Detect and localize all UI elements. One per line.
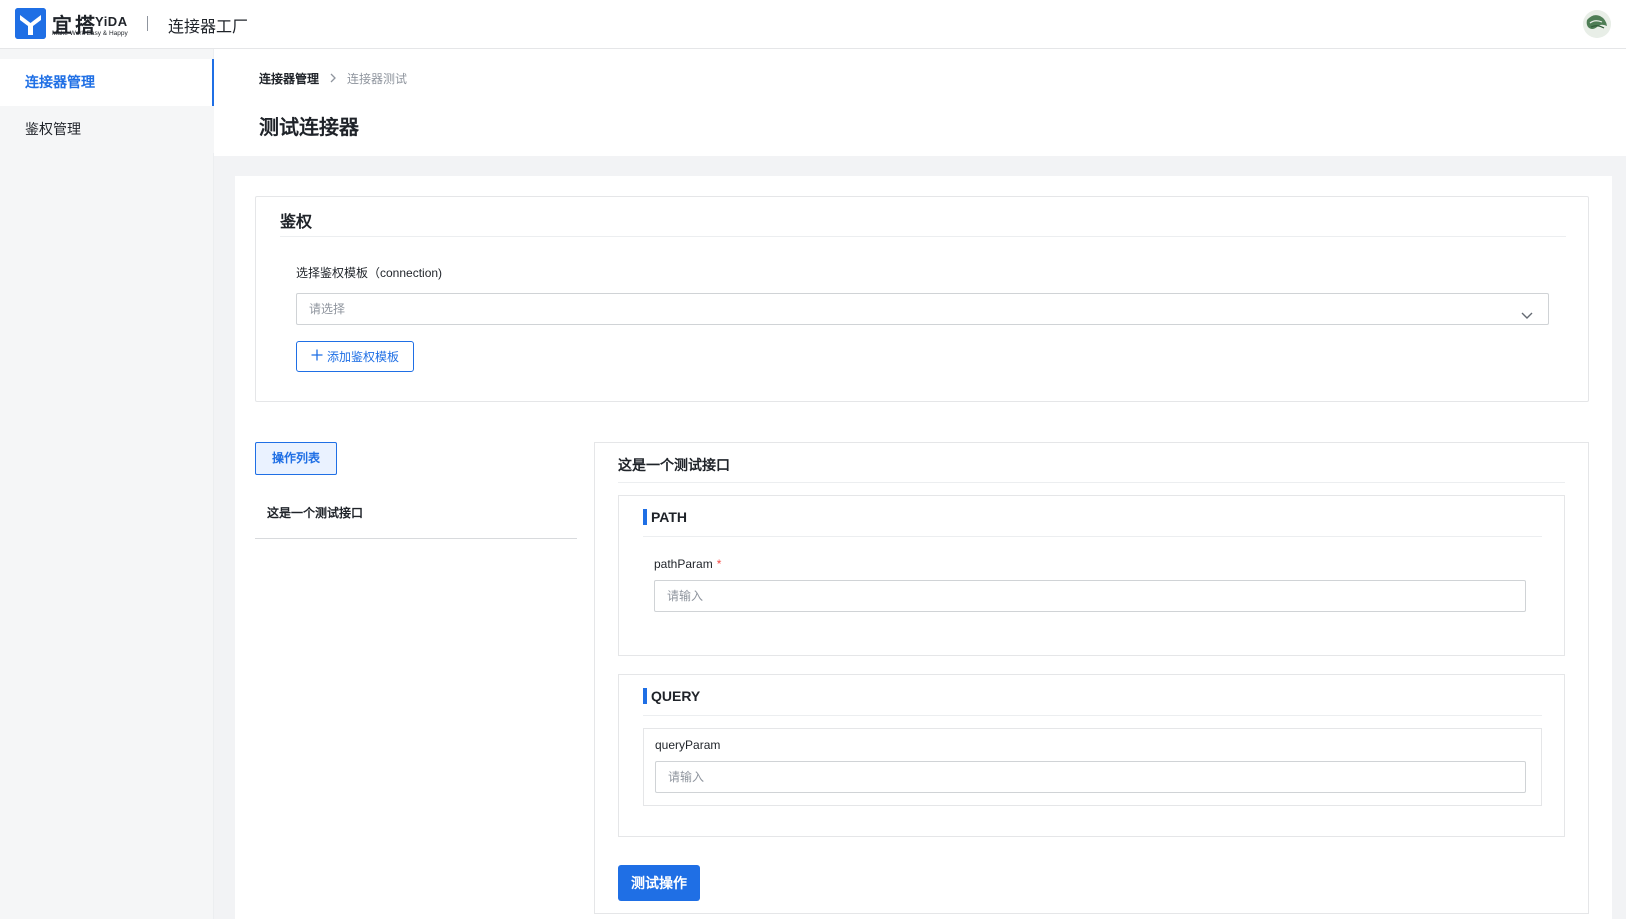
sidebar: 连接器管理 鉴权管理	[0, 49, 214, 919]
section-title-path: PATH	[651, 509, 688, 525]
breadcrumb-current: 连接器测试	[347, 72, 408, 86]
section-header: PATH	[643, 509, 687, 525]
query-params-section: QUERY queryParam	[618, 674, 1565, 837]
sidebar-item-label: 鉴权管理	[25, 121, 81, 137]
plus-icon	[311, 349, 323, 365]
header-divider	[147, 16, 148, 31]
auth-section: 鉴权 选择鉴权模板（connection) 请选择 添加鉴权模板	[255, 196, 1589, 402]
page-header: 连接器管理 连接器测试 测试连接器	[214, 49, 1626, 156]
sidebar-item-label: 连接器管理	[25, 74, 95, 90]
query-param-label: queryParam	[655, 738, 721, 752]
add-auth-template-button[interactable]: 添加鉴权模板	[296, 341, 414, 372]
section-header: QUERY	[643, 688, 700, 704]
logo-slogan: Make Work Easy & Happy	[52, 30, 128, 37]
divider	[643, 715, 1542, 716]
yida-logo-icon[interactable]	[15, 8, 46, 39]
breadcrumb: 连接器管理 连接器测试	[259, 70, 407, 87]
operation-list-item[interactable]: 这是一个测试接口	[255, 494, 577, 539]
select-placeholder: 请选择	[309, 302, 346, 316]
path-param-label: pathParam *	[654, 557, 721, 571]
test-operation-button[interactable]: 测试操作	[618, 865, 700, 901]
breadcrumb-link-connector-management[interactable]: 连接器管理	[259, 70, 319, 87]
sidebar-item-connector-management[interactable]: 连接器管理	[0, 59, 214, 106]
query-param-box: queryParam	[643, 728, 1542, 806]
auth-template-label: 选择鉴权模板（connection)	[296, 266, 443, 280]
page-title: 测试连接器	[259, 117, 359, 139]
operation-detail-panel: 这是一个测试接口 PATH pathParam* QUERY queryPara…	[594, 442, 1589, 914]
operation-title: 这是一个测试接口	[618, 457, 730, 473]
chevron-right-icon	[329, 72, 337, 86]
divider	[643, 536, 1542, 537]
sidebar-item-auth-management[interactable]: 鉴权管理	[0, 106, 214, 153]
auth-template-select[interactable]: 请选择	[296, 293, 1549, 325]
path-params-section: PATH pathParam *	[618, 495, 1565, 656]
tab-operation-list[interactable]: 操作列表	[255, 442, 337, 475]
divider	[618, 482, 1565, 483]
required-mark: *	[716, 557, 722, 571]
query-param-input[interactable]	[655, 761, 1526, 793]
path-param-input[interactable]	[654, 580, 1526, 612]
chevron-down-icon	[1520, 303, 1534, 319]
user-avatar[interactable]	[1583, 10, 1611, 38]
section-title-query: QUERY	[651, 688, 701, 704]
top-header: 宜搭 YiDA Make Work Easy & Happy 连接器工厂	[0, 0, 1626, 49]
divider	[280, 236, 1566, 237]
add-auth-template-label: 添加鉴权模板	[326, 350, 399, 364]
path-param-name: pathParam	[654, 557, 713, 571]
section-accent-bar	[643, 509, 647, 525]
logo-en-text: YiDA	[95, 14, 128, 29]
app-title: 连接器工厂	[168, 19, 249, 36]
section-accent-bar	[643, 688, 647, 704]
auth-section-title: 鉴权	[280, 214, 313, 231]
